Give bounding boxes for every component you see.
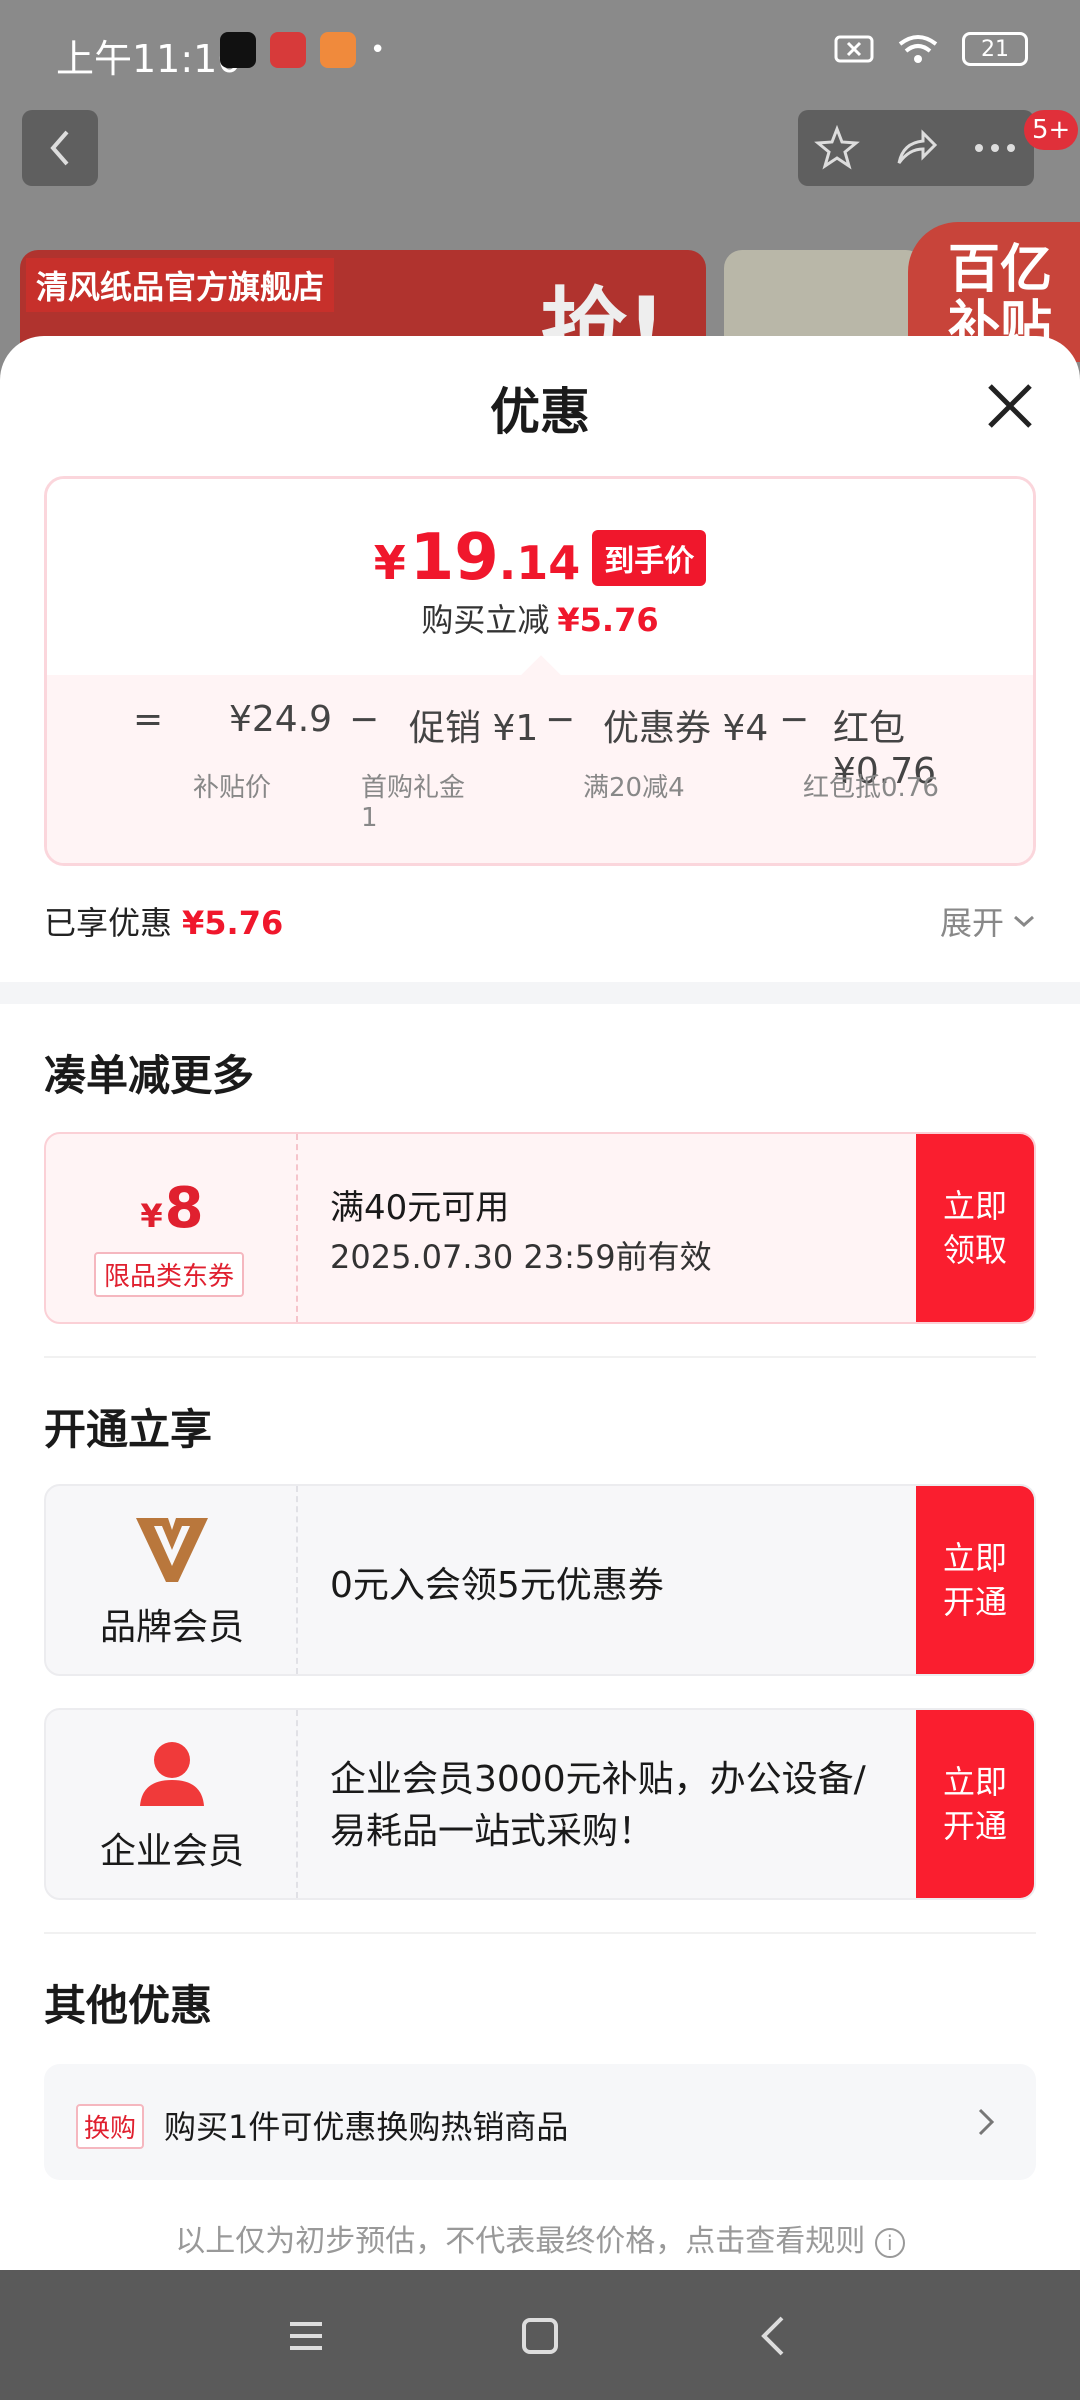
share-icon[interactable] xyxy=(893,125,939,171)
coupon-currency: ¥ xyxy=(140,1197,163,1235)
system-nav-bar xyxy=(0,2270,1080,2400)
price-disclaimer[interactable]: 以上仅为初步预估，不代表最终价格，点击查看规则 i xyxy=(0,2216,1080,2260)
menu-icon[interactable] xyxy=(276,2306,336,2366)
price-card: ¥ 19 .14 到手价 购买立减 ¥5.76 = ¥24.9 − 促销 ¥1 −… xyxy=(44,476,1036,866)
section-divider xyxy=(44,1932,1036,1934)
minus-sign: − xyxy=(349,699,380,740)
chevron-right-icon xyxy=(978,2108,995,2136)
final-price: ¥ 19 .14 到手价 xyxy=(47,521,1033,595)
discount-sheet: 优惠 ¥ 19 .14 到手价 购买立减 ¥5.76 = ¥24.9 − 促销 … xyxy=(0,336,1080,2270)
enterprise-member-card: 企业会员 企业会员3000元补贴，办公设备/易耗品一站式采购！ 立即开通 xyxy=(44,1708,1036,1900)
promo-label: 首购礼金 xyxy=(361,773,466,803)
exchange-offer-row[interactable]: 换购 购买1件可优惠换购热销商品 xyxy=(44,2064,1036,2180)
brand-member-card: 品牌会员 0元入会领5元优惠券 立即开通 xyxy=(44,1484,1036,1676)
app-icon xyxy=(270,32,306,68)
join-enterprise-member-button[interactable]: 立即 开通 xyxy=(916,1710,1034,1898)
join-button-line2: 开通 xyxy=(942,1807,1007,1845)
price-integer: 19 xyxy=(409,521,499,595)
status-bar: 上午11:10 • 21 xyxy=(0,0,1080,100)
minus-sign: − xyxy=(545,699,576,740)
brand-member-name: 品牌会员 xyxy=(99,1607,244,1648)
claim-coupon-button[interactable]: 立即 领取 xyxy=(916,1134,1034,1322)
enterprise-member-name: 企业会员 xyxy=(99,1831,244,1872)
status-app-icons: • xyxy=(220,32,385,68)
home-icon[interactable] xyxy=(510,2306,570,2366)
section-separator xyxy=(0,982,1080,1004)
bundle-section-title: 凑单减更多 xyxy=(44,1051,255,1100)
info-icon: i xyxy=(874,2227,905,2258)
price-breakdown: = ¥24.9 − 促销 ¥1 − 优惠券 ¥4 − 红包 ¥0.76 补贴价 … xyxy=(47,675,1033,863)
shop-icon xyxy=(320,32,356,68)
equals-sign: = xyxy=(133,699,164,740)
tiktok-icon xyxy=(220,32,256,68)
chevron-left-icon xyxy=(50,130,69,166)
reduction-value: ¥5.76 xyxy=(557,601,659,639)
coupon-category-tag: 限品类东券 xyxy=(94,1252,245,1297)
brand-member-panel: 品牌会员 xyxy=(46,1486,298,1674)
price-decimal: .14 xyxy=(498,536,581,590)
message-badge: 5+ xyxy=(1024,110,1079,150)
enterprise-member-panel: 企业会员 xyxy=(46,1710,298,1898)
back-button[interactable] xyxy=(22,110,98,186)
back-icon[interactable] xyxy=(744,2306,804,2366)
close-button[interactable] xyxy=(980,376,1040,436)
final-price-value: ¥ 19 .14 xyxy=(374,521,581,595)
chevron-down-icon xyxy=(1014,915,1034,928)
exchange-offer-text: 购买1件可优惠换购热销商品 xyxy=(164,2108,569,2146)
membership-section-title: 开通立享 xyxy=(44,1405,213,1454)
exchange-tag: 换购 xyxy=(76,2104,145,2149)
coupon-card: ¥8 限品类东券 满40元可用 2025.07.30 23:59前有效 立即领取 xyxy=(44,1132,1036,1324)
red-packet-label: 红包抵0.76 xyxy=(803,773,939,803)
promo-value: 促销 ¥1 xyxy=(409,708,539,749)
price-summary: ¥ 19 .14 到手价 购买立减 ¥5.76 xyxy=(47,479,1033,675)
claim-button-line1: 立即 xyxy=(942,1187,1007,1225)
final-price-tag: 到手价 xyxy=(592,530,707,586)
more-icon[interactable] xyxy=(972,141,1018,155)
join-button-line1: 立即 xyxy=(942,1539,1007,1577)
claim-button-line2: 领取 xyxy=(942,1231,1007,1269)
join-brand-member-button[interactable]: 立即 开通 xyxy=(916,1486,1034,1674)
brand-member-offer: 0元入会领5元优惠券 xyxy=(330,1565,664,1606)
currency-symbol: ¥ xyxy=(373,536,406,590)
brand-v-logo-icon xyxy=(136,1518,208,1582)
coupon-label: 满20减4 xyxy=(583,773,685,803)
price-formula: = ¥24.9 − 促销 ¥1 − 优惠券 ¥4 − 红包 ¥0.76 xyxy=(133,699,1013,792)
enjoyed-discount: 已享优惠 ¥5.76 xyxy=(44,898,283,944)
join-button-line1: 立即 xyxy=(942,1763,1007,1801)
coupon-amount: ¥8 xyxy=(46,1176,298,1241)
reduction-label: 购买立减 xyxy=(421,601,550,639)
section-divider xyxy=(44,1356,1036,1358)
enjoyed-value: ¥5.76 xyxy=(182,904,284,942)
join-button-line2: 开通 xyxy=(942,1583,1007,1621)
star-icon[interactable] xyxy=(814,125,861,171)
store-title: 清风纸品官方旗舰店 xyxy=(26,258,335,312)
subsidy-price-label: 补贴价 xyxy=(193,773,272,803)
person-icon xyxy=(140,1742,204,1806)
expand-label: 展开 xyxy=(939,904,1004,942)
wifi-icon xyxy=(898,35,938,63)
disclaimer-text: 以上仅为初步预估，不代表最终价格，点击查看规则 xyxy=(175,2224,866,2259)
coupon-condition: 满40元可用 xyxy=(330,1188,510,1228)
status-indicators: 21 xyxy=(834,32,1028,66)
status-time: 上午11:10 xyxy=(56,37,242,81)
battery-icon: 21 xyxy=(962,32,1028,66)
dot-icon: • xyxy=(370,35,386,65)
coupon-amount-panel: ¥8 限品类东券 xyxy=(46,1134,298,1322)
expand-button[interactable]: 展开 xyxy=(940,898,1036,944)
enjoyed-label: 已享优惠 xyxy=(44,904,173,942)
top-toolbar xyxy=(798,110,1034,186)
minus-sign: − xyxy=(779,699,810,740)
subsidy-price: ¥24.9 xyxy=(229,699,333,740)
sim-disabled-icon xyxy=(834,35,874,63)
close-icon xyxy=(988,384,1032,428)
other-section-title: 其他优惠 xyxy=(44,1981,213,2030)
sheet-title: 优惠 xyxy=(490,383,590,441)
coupon-amount-value: 8 xyxy=(164,1176,204,1241)
enterprise-member-offer: 企业会员3000元补贴，办公设备/易耗品一站式采购！ xyxy=(330,1759,866,1852)
instant-reduction: 购买立减 ¥5.76 xyxy=(47,595,1033,641)
coupon-validity: 2025.07.30 23:59前有效 xyxy=(330,1238,712,1276)
coupon-value: 优惠券 ¥4 xyxy=(603,708,769,749)
promo-label-amount: 1 xyxy=(361,803,378,833)
